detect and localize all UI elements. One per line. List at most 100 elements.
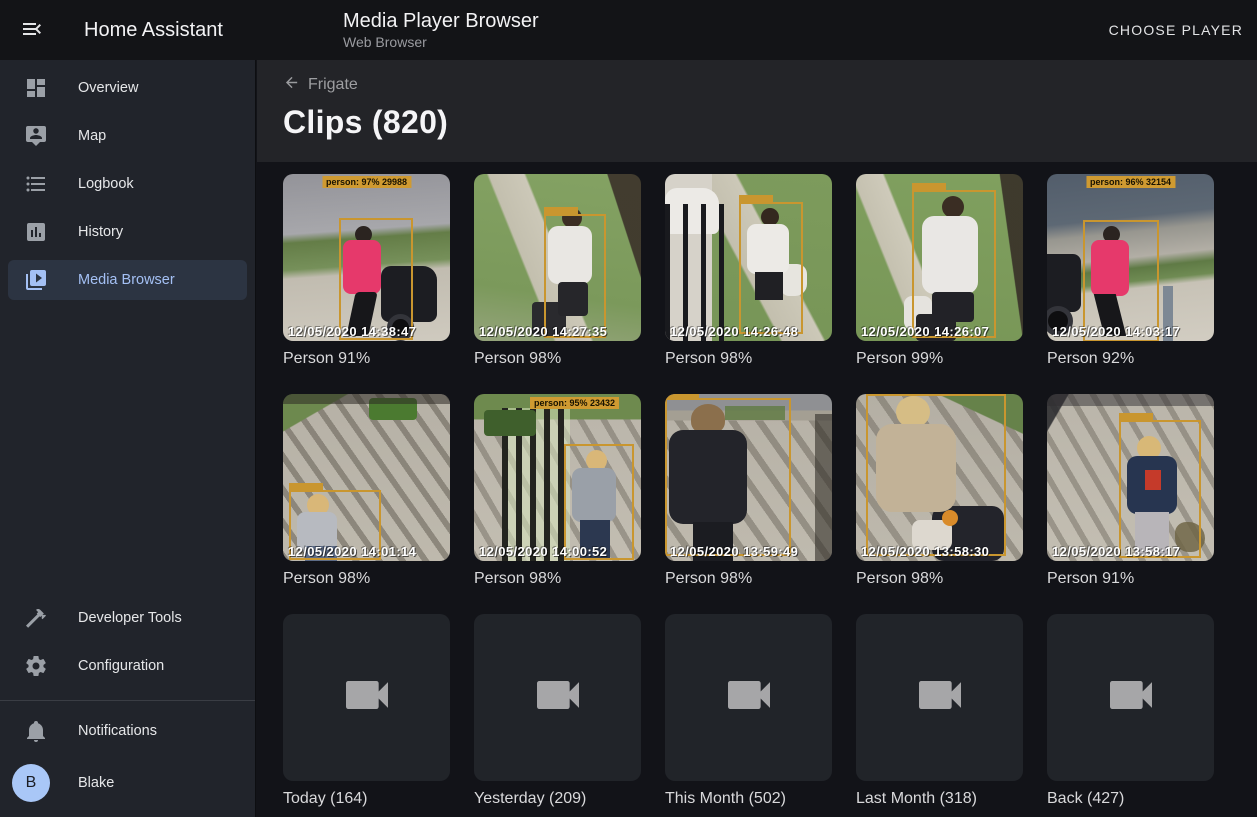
choose-player-button[interactable]: CHOOSE PLAYER [1095, 12, 1257, 48]
clip-thumbnail[interactable]: person: 95% 23432 12/05/2020 14:00:52 [474, 394, 641, 561]
sidebar-item-notifications[interactable]: Notifications [8, 711, 247, 751]
video-camera-icon [339, 667, 395, 728]
clip-thumbnail[interactable]: 12/05/2020 14:26:48 [665, 174, 832, 341]
folder-thumbnail[interactable] [1047, 614, 1214, 781]
folder-thumbnail[interactable] [856, 614, 1023, 781]
clip-card[interactable]: 12/05/2020 14:26:07 Person 99% [856, 174, 1023, 368]
clip-caption: Person 98% [665, 350, 832, 368]
folder-thumbnail[interactable] [665, 614, 832, 781]
clip-card[interactable]: 12/05/2020 14:01:14 Person 98% [283, 394, 450, 588]
clip-thumbnail[interactable]: 12/05/2020 14:27:35 [474, 174, 641, 341]
detection-label: person: 95% 23432 [530, 397, 619, 409]
media-browser-header: Media Player Browser Web Browser [343, 9, 539, 51]
detection-bbox [1083, 220, 1159, 341]
clip-thumbnail[interactable]: 12/05/2020 13:58:30 [856, 394, 1023, 561]
folder-card-last-month[interactable]: Last Month (318) [856, 614, 1023, 808]
page-header-subtitle: Web Browser [343, 33, 539, 51]
clip-thumbnail[interactable]: 12/05/2020 13:59:49 [665, 394, 832, 561]
folder-caption: Yesterday (209) [474, 790, 641, 808]
clip-card[interactable]: 12/05/2020 14:27:35 Person 98% [474, 174, 641, 368]
sidebar-item-overview[interactable]: Overview [8, 68, 247, 108]
sidebar-item-label: Media Browser [78, 272, 175, 288]
clip-card[interactable]: person: 96% 32154 12/05/2020 14:03:17 Pe… [1047, 174, 1214, 368]
chart-icon [24, 220, 48, 244]
sidebar-item-profile[interactable]: B Blake [8, 759, 247, 807]
clip-card[interactable]: 12/05/2020 14:26:48 Person 98% [665, 174, 832, 368]
clip-timestamp: 12/05/2020 14:00:52 [479, 544, 607, 559]
clip-caption: Person 98% [283, 570, 450, 588]
sidebar: Overview Map Logbook History Media Brows… [0, 60, 256, 817]
avatar: B [12, 764, 50, 802]
folder-card-yesterday[interactable]: Yesterday (209) [474, 614, 641, 808]
clip-timestamp: 12/05/2020 14:01:14 [288, 544, 416, 559]
page-title: Clips (820) [283, 104, 1257, 141]
clip-timestamp: 12/05/2020 13:58:30 [861, 544, 989, 559]
detection-label: person: 97% 29988 [322, 176, 411, 188]
dashboard-icon [24, 76, 48, 100]
video-camera-icon [912, 667, 968, 728]
clip-caption: Person 92% [1047, 350, 1214, 368]
clip-caption: Person 98% [665, 570, 832, 588]
play-box-multiple-icon [24, 268, 48, 292]
clip-thumbnail[interactable]: 12/05/2020 13:58:17 [1047, 394, 1214, 561]
sidebar-divider [0, 700, 255, 701]
breadcrumb-back[interactable]: Frigate [283, 74, 358, 96]
clip-card[interactable]: 12/05/2020 13:59:49 Person 98% [665, 394, 832, 588]
folder-thumbnail[interactable] [283, 614, 450, 781]
folder-caption: Back (427) [1047, 790, 1214, 808]
clip-caption: Person 98% [474, 350, 641, 368]
breadcrumb-label: Frigate [308, 76, 358, 94]
video-camera-icon [530, 667, 586, 728]
folder-card-today[interactable]: Today (164) [283, 614, 450, 808]
folder-card-this-month[interactable]: This Month (502) [665, 614, 832, 808]
clip-card[interactable]: person: 95% 23432 12/05/2020 14:00:52 Pe… [474, 394, 641, 588]
page-header-title: Media Player Browser [343, 9, 539, 33]
sidebar-item-developer-tools[interactable]: Developer Tools [8, 598, 247, 638]
clip-timestamp: 12/05/2020 14:03:17 [1052, 324, 1180, 339]
detection-bbox [912, 190, 996, 338]
media-grid: person: 97% 29988 12/05/2020 14:38:47 Pe… [283, 174, 1257, 808]
clip-thumbnail[interactable]: 12/05/2020 14:26:07 [856, 174, 1023, 341]
sidebar-item-history[interactable]: History [8, 212, 247, 252]
sidebar-item-label: Overview [78, 80, 138, 96]
sidebar-toggle-button[interactable] [8, 6, 56, 54]
sidebar-item-label: Logbook [78, 176, 134, 192]
clip-caption: Person 98% [856, 570, 1023, 588]
folder-thumbnail[interactable] [474, 614, 641, 781]
clip-card[interactable]: 12/05/2020 13:58:17 Person 91% [1047, 394, 1214, 588]
sidebar-item-logbook[interactable]: Logbook [8, 164, 247, 204]
arrow-left-icon [283, 74, 300, 96]
folder-caption: Last Month (318) [856, 790, 1023, 808]
app-title: Home Assistant [84, 19, 223, 42]
sidebar-item-label: History [78, 224, 123, 240]
sidebar-item-media-browser[interactable]: Media Browser [8, 260, 247, 300]
detection-bbox [665, 398, 791, 556]
detection-bbox [1119, 420, 1201, 558]
detection-label: person: 96% 32154 [1086, 176, 1175, 188]
sidebar-item-configuration[interactable]: Configuration [8, 646, 247, 686]
clip-timestamp: 12/05/2020 14:26:07 [861, 324, 989, 339]
video-camera-icon [721, 667, 777, 728]
clip-caption: Person 91% [1047, 570, 1214, 588]
bell-icon [24, 719, 48, 743]
app-bar-left: Home Assistant [0, 6, 256, 54]
clip-caption: Person 98% [474, 570, 641, 588]
sidebar-item-label: Map [78, 128, 106, 144]
thumbnail-art [815, 414, 832, 561]
clip-card[interactable]: person: 97% 29988 12/05/2020 14:38:47 Pe… [283, 174, 450, 368]
thumbnail-art [1047, 254, 1081, 312]
clip-thumbnail[interactable]: person: 97% 29988 12/05/2020 14:38:47 [283, 174, 450, 341]
sidebar-item-label: Notifications [78, 723, 157, 739]
folder-card-back[interactable]: Back (427) [1047, 614, 1214, 808]
clip-timestamp: 12/05/2020 14:26:48 [670, 324, 798, 339]
content-body: person: 97% 29988 12/05/2020 14:38:47 Pe… [257, 162, 1257, 817]
map-account-icon [24, 124, 48, 148]
app-bar: Home Assistant Media Player Browser Web … [0, 0, 1257, 60]
clip-caption: Person 91% [283, 350, 450, 368]
thumbnail-art [484, 410, 536, 436]
sidebar-item-map[interactable]: Map [8, 116, 247, 156]
thumbnail-art [1047, 394, 1214, 406]
clip-thumbnail[interactable]: 12/05/2020 14:01:14 [283, 394, 450, 561]
clip-card[interactable]: 12/05/2020 13:58:30 Person 98% [856, 394, 1023, 588]
clip-thumbnail[interactable]: person: 96% 32154 12/05/2020 14:03:17 [1047, 174, 1214, 341]
